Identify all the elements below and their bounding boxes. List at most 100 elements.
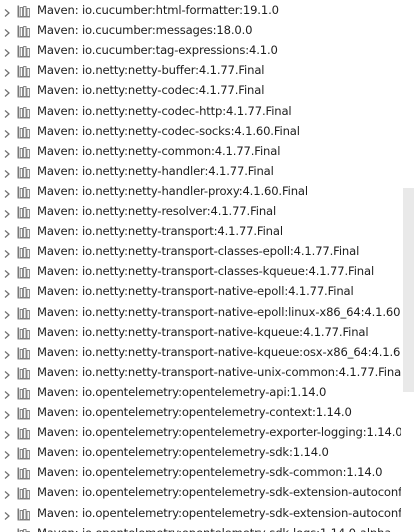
chevron-right-icon[interactable] (1, 306, 13, 319)
tree-item[interactable]: Maven: io.netty:netty-resolver:4.1.77.Fi… (0, 201, 416, 221)
tree-item-label: Maven: io.opentelemetry:opentelemetry-sd… (37, 445, 329, 460)
tree-item[interactable]: Maven: io.netty:netty-transport-native-e… (0, 281, 416, 301)
chevron-right-icon[interactable] (1, 507, 13, 520)
project-tree: Maven: io.cucumber:html-formatter:19.1.0… (0, 0, 416, 532)
chevron-right-icon[interactable] (1, 406, 13, 419)
tree-item-label: Maven: io.netty:netty-codec:4.1.77.Final (37, 83, 265, 98)
maven-library-icon (17, 485, 31, 500)
chevron-right-icon[interactable] (1, 44, 13, 58)
tree-item-label: Maven: io.netty:netty-handler-proxy:4.1.… (37, 183, 308, 198)
chevron-right-icon[interactable] (1, 527, 13, 532)
tree-item[interactable]: Maven: io.opentelemetry:opentelemetry-ap… (0, 382, 416, 402)
tree-item[interactable]: Maven: io.netty:netty-codec-socks:4.1.60… (0, 121, 416, 141)
tree-item[interactable]: Maven: io.opentelemetry:opentelemetry-sd… (0, 482, 416, 502)
maven-library-icon (17, 305, 31, 319)
tree-item[interactable]: Maven: io.netty:netty-codec-http:4.1.77.… (0, 101, 416, 121)
chevron-right-icon[interactable] (1, 446, 13, 460)
chevron-right-icon[interactable] (1, 125, 13, 138)
maven-library-icon (17, 104, 31, 118)
chevron-right-icon[interactable] (1, 24, 13, 38)
tree-item[interactable]: Maven: io.cucumber:messages:18.0.0 (0, 20, 416, 40)
maven-library-icon (17, 164, 31, 179)
tree-item[interactable]: Maven: io.netty:netty-transport-native-k… (0, 342, 416, 362)
tree-item-label: Maven: io.opentelemetry:opentelemetry-sd… (37, 505, 416, 520)
chevron-right-icon[interactable] (1, 245, 13, 259)
tree-item[interactable]: Maven: io.opentelemetry:opentelemetry-sd… (0, 523, 416, 532)
chevron-right-icon[interactable] (1, 265, 13, 279)
maven-library-icon (17, 184, 31, 199)
maven-library-icon (17, 445, 31, 460)
chevron-right-icon[interactable] (1, 285, 13, 299)
tree-item-label: Maven: io.netty:netty-buffer:4.1.77.Fina… (37, 63, 265, 78)
maven-library-icon (17, 405, 31, 420)
chevron-right-icon[interactable] (1, 4, 13, 17)
tree-item[interactable]: Maven: io.netty:netty-transport-classes-… (0, 241, 416, 261)
tree-item-label: Maven: io.cucumber:tag-expressions:4.1.0 (37, 43, 278, 58)
tree-item[interactable]: Maven: io.opentelemetry:opentelemetry-co… (0, 402, 416, 422)
tree-item-label: Maven: io.opentelemetry:opentelemetry-ex… (37, 425, 403, 440)
maven-library-icon (17, 224, 31, 239)
chevron-right-icon[interactable] (1, 486, 13, 500)
chevron-right-icon[interactable] (1, 366, 13, 379)
chevron-right-icon[interactable] (1, 346, 13, 359)
tree-item[interactable]: Maven: io.netty:netty-transport-native-e… (0, 302, 416, 322)
tree-item[interactable]: Maven: io.opentelemetry:opentelemetry-sd… (0, 503, 416, 523)
tree-item[interactable]: Maven: io.netty:netty-common:4.1.77.Fina… (0, 141, 416, 161)
tree-item[interactable]: Maven: io.opentelemetry:opentelemetry-ex… (0, 422, 416, 442)
tree-item-label: Maven: io.netty:netty-transport-classes-… (37, 264, 375, 279)
tree-item-label: Maven: io.opentelemetry:opentelemetry-sd… (37, 485, 416, 500)
tree-item[interactable]: Maven: io.opentelemetry:opentelemetry-sd… (0, 442, 416, 462)
tree-item[interactable]: Maven: io.opentelemetry:opentelemetry-sd… (0, 462, 416, 482)
chevron-right-icon[interactable] (1, 84, 13, 98)
tree-item[interactable]: Maven: io.netty:netty-transport:4.1.77.F… (0, 221, 416, 241)
maven-library-icon (17, 23, 31, 38)
maven-library-icon (17, 63, 31, 78)
chevron-right-icon[interactable] (1, 386, 13, 399)
tree-item-label: Maven: io.netty:netty-handler:4.1.77.Fin… (37, 163, 274, 178)
maven-library-icon (17, 83, 31, 98)
maven-library-icon (17, 425, 31, 440)
tree-item[interactable]: Maven: io.netty:netty-transport-native-u… (0, 362, 416, 382)
maven-library-icon (17, 284, 31, 299)
chevron-right-icon[interactable] (1, 165, 13, 178)
tree-item-label: Maven: io.netty:netty-transport-native-u… (37, 364, 405, 379)
chevron-right-icon[interactable] (1, 426, 13, 440)
tree-item[interactable]: Maven: io.netty:netty-codec:4.1.77.Final (0, 80, 416, 100)
tree-item-label: Maven: io.netty:netty-resolver:4.1.77.Fi… (37, 204, 277, 218)
tree-item[interactable]: Maven: io.netty:netty-handler-proxy:4.1.… (0, 181, 416, 201)
chevron-right-icon[interactable] (1, 205, 13, 218)
tree-item-label: Maven: io.opentelemetry:opentelemetry-co… (37, 405, 352, 419)
maven-library-icon (17, 264, 31, 279)
tree-item[interactable]: Maven: io.netty:netty-transport-native-k… (0, 322, 416, 342)
maven-library-icon (17, 385, 31, 400)
maven-library-icon (17, 506, 31, 520)
chevron-right-icon[interactable] (1, 326, 13, 339)
tree-item-label: Maven: io.cucumber:messages:18.0.0 (37, 23, 253, 38)
chevron-right-icon[interactable] (1, 185, 13, 198)
maven-library-icon (17, 365, 31, 380)
tree-item-label: Maven: io.netty:netty-transport-native-k… (37, 324, 369, 339)
tree-item-label: Maven: io.netty:netty-transport-native-e… (37, 284, 354, 299)
chevron-right-icon[interactable] (1, 145, 13, 158)
tree-item-label: Maven: io.netty:netty-common:4.1.77.Fina… (37, 143, 281, 158)
chevron-right-icon[interactable] (1, 466, 13, 480)
tree-item[interactable]: Maven: io.netty:netty-handler:4.1.77.Fin… (0, 161, 416, 181)
tree-item-label: Maven: io.opentelemetry:opentelemetry-sd… (37, 465, 383, 480)
maven-library-icon (17, 244, 31, 259)
chevron-right-icon[interactable] (1, 64, 13, 78)
tree-item-label: Maven: io.opentelemetry:opentelemetry-sd… (37, 523, 391, 532)
maven-library-icon (17, 3, 31, 18)
tree-item-label: Maven: io.netty:netty-transport:4.1.77.F… (37, 224, 283, 239)
maven-library-icon (17, 144, 31, 159)
tree-item[interactable]: Maven: io.netty:netty-transport-classes-… (0, 261, 416, 281)
chevron-right-icon[interactable] (1, 105, 13, 118)
tree-item[interactable]: Maven: io.cucumber:tag-expressions:4.1.0 (0, 40, 416, 60)
tree-item-label: Maven: io.netty:netty-codec-socks:4.1.60… (37, 123, 300, 138)
scrollbar-thumb[interactable] (403, 188, 414, 392)
tree-item[interactable]: Maven: io.netty:netty-buffer:4.1.77.Fina… (0, 60, 416, 80)
tree-item-label: Maven: io.cucumber:html-formatter:19.1.0 (37, 3, 279, 17)
maven-library-icon (17, 204, 31, 219)
tree-item-label: Maven: io.netty:netty-codec-http:4.1.77.… (37, 103, 292, 118)
tree-item[interactable]: Maven: io.cucumber:html-formatter:19.1.0 (0, 0, 416, 20)
chevron-right-icon[interactable] (1, 225, 13, 239)
